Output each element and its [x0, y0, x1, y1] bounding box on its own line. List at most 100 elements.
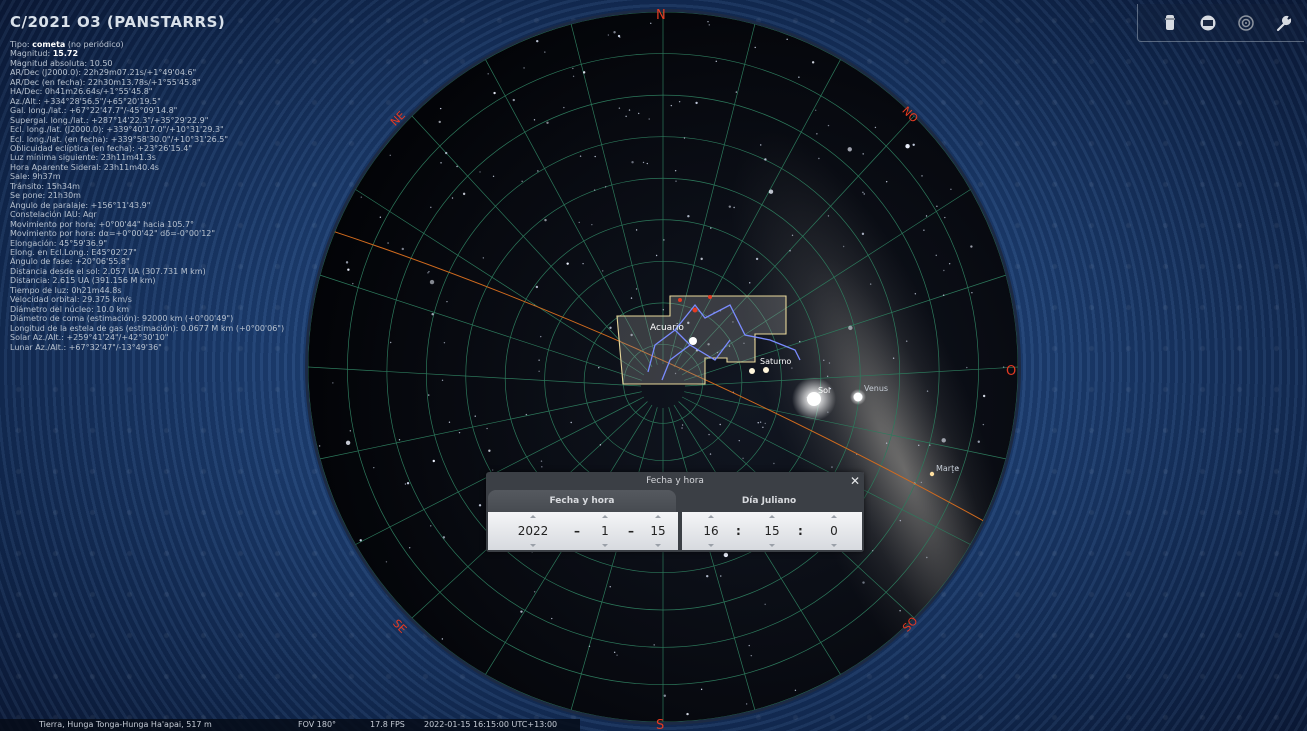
venus-marker[interactable]: [853, 392, 863, 402]
info-label: Elongación: 45°59'36.9": [10, 238, 108, 248]
info-label: Ecl. long./lat. (J2000.0): +339°40'17.0"…: [10, 125, 224, 135]
sun-label: Sol: [818, 386, 830, 395]
month-value: 1: [601, 524, 609, 538]
selected-object-marker: [678, 298, 682, 302]
wrench-icon[interactable]: [1273, 12, 1295, 34]
second-value: 0: [830, 524, 838, 538]
hour-up-icon[interactable]: [708, 515, 714, 518]
info-label: AR/Dec (en fecha): 22h30m13.78s/+1°55'45…: [10, 77, 201, 87]
date-panel: 2022 – 1 – 15: [488, 512, 678, 550]
info-line: HA/Dec: 0h41m26.64s/+1°55'45.8": [10, 87, 340, 96]
info-label: Tipo:: [10, 40, 33, 49]
time-separator-2: :: [798, 524, 803, 538]
info-label: Elong. en Ecl.Long.: E45°02'27": [10, 247, 137, 257]
info-line: Velocidad orbital: 29.375 km/s: [10, 295, 340, 304]
day-spinbox[interactable]: 15: [644, 512, 672, 550]
status-bar: Tierra, Hunga Tonga-Hunga Ha'apai, 517 m…: [0, 719, 580, 731]
year-spinbox[interactable]: 2022: [508, 512, 558, 550]
second-down-icon[interactable]: [831, 544, 837, 547]
info-line: Tránsito: 15h34m: [10, 182, 340, 191]
saturn-label: Saturno: [760, 357, 791, 366]
info-label: Distancia desde el sol: 2.057 UA (307.73…: [10, 266, 206, 276]
fov-readout: FOV 180°: [298, 720, 337, 729]
info-line: Se pone: 21h30m: [10, 191, 340, 200]
info-label: Luz mínima siguiente: 23h11m41.3s: [10, 153, 156, 163]
info-label: Velocidad orbital: 29.375 km/s: [10, 295, 132, 305]
close-icon[interactable]: ✕: [850, 473, 860, 489]
minute-down-icon[interactable]: [769, 544, 775, 547]
top-right-toolbar: [1137, 4, 1304, 42]
saturn-marker[interactable]: [749, 368, 755, 374]
mars-label: Marte: [936, 464, 959, 473]
info-line: Distancia: 2.615 UA (391.156 M km): [10, 276, 340, 285]
tab-julian-day[interactable]: Día Juliano: [676, 490, 862, 512]
info-label: Lunar Az./Alt.: +67°32'47"/-13°49'36": [10, 342, 162, 352]
minute-up-icon[interactable]: [769, 515, 775, 518]
dialog-title[interactable]: Fecha y hora: [486, 472, 864, 490]
info-line: AR/Dec (J2000.0): 22h29m07.21s/+1°49'04.…: [10, 68, 340, 77]
second-spinbox[interactable]: 0: [819, 512, 849, 550]
info-line: Az./Alt.: +334°28'56.5"/+65°20'19.5": [10, 97, 340, 106]
info-line: Movimiento por hora: dα=+0°00'42" dδ=-0°…: [10, 229, 340, 238]
hour-value: 16: [703, 524, 719, 538]
info-label: Tránsito: 15h34m: [10, 181, 80, 191]
day-down-icon[interactable]: [655, 544, 661, 547]
month-spinbox[interactable]: 1: [592, 512, 618, 550]
tab-date-time[interactable]: Fecha y hora: [488, 490, 676, 512]
date-time-dialog: Fecha y hora ✕ Fecha y hora Día Juliano …: [486, 472, 864, 552]
info-label: Tiempo de luz: 0h21m44.8s: [10, 285, 122, 295]
info-line: Ecl. long./lat. (J2000.0): +339°40'17.0"…: [10, 125, 340, 134]
info-line: AR/Dec (en fecha): 22h30m13.78s/+1°55'45…: [10, 78, 340, 87]
compass-north: N: [656, 8, 666, 23]
object-info-panel: Tipo: cometa (no periódico) Magnitud: 15.…: [10, 40, 340, 352]
info-value: 15.72: [52, 49, 79, 59]
info-line: Solar Az./Alt.: +259°41'24"/+42°30'10": [10, 333, 340, 342]
year-down-icon[interactable]: [530, 544, 536, 547]
month-up-icon[interactable]: [602, 515, 608, 518]
info-label: Diámetro de coma (estimación): 92000 km …: [10, 314, 234, 324]
info-line: Elong. en Ecl.Long.: E45°02'27": [10, 248, 340, 257]
target-icon[interactable]: [1235, 12, 1257, 34]
day-up-icon[interactable]: [655, 515, 661, 518]
info-label: Longitud de la estela de gas (estimación…: [10, 323, 285, 333]
info-value: cometa: [32, 40, 66, 49]
year-value: 2022: [517, 524, 549, 538]
info-line: Ángulo de paralaje: +156°11'43.9": [10, 201, 340, 210]
hour-spinbox[interactable]: 16: [696, 512, 726, 550]
comet-marker[interactable]: [689, 337, 697, 345]
year-up-icon[interactable]: [530, 515, 536, 518]
info-line: Elongación: 45°59'36.9": [10, 239, 340, 248]
info-label: Ecl. long./lat. (en fecha): +339°58'30.0…: [10, 134, 229, 144]
day-value: 15: [650, 524, 666, 538]
info-label: Diámetro del núcleo: 10.0 km: [10, 304, 130, 314]
time-separator: :: [736, 524, 741, 538]
datetime-readout[interactable]: 2022-01-15 16:15:00 UTC+13:00: [424, 719, 557, 731]
location-readout[interactable]: Tierra, Hunga Tonga-Hunga Ha'apai, 517 m: [39, 719, 212, 731]
mars-marker[interactable]: [929, 471, 935, 477]
info-suffix: (no periódico): [65, 40, 124, 49]
selected-object-marker-3: [708, 295, 712, 299]
info-line: Constelación IAU: Aqr: [10, 210, 340, 219]
compass-southeast: SE: [390, 617, 409, 636]
info-label: Movimiento por hora: dα=+0°00'42" dδ=-0°…: [10, 229, 216, 239]
info-line: Lunar Az./Alt.: +67°32'47"/-13°49'36": [10, 343, 340, 352]
date-separator: –: [574, 524, 580, 538]
info-label: Ángulo de paralaje: +156°11'43.9": [10, 200, 151, 210]
info-line: Magnitud: 15.72: [10, 49, 340, 58]
info-line: Distancia desde el sol: 2.057 UA (307.73…: [10, 267, 340, 276]
second-up-icon[interactable]: [831, 515, 837, 518]
info-label: Magnitud:: [10, 49, 53, 59]
info-label: Se pone: 21h30m: [10, 191, 81, 201]
info-line: Oblicuidad eclíptica (en fecha): +23°26'…: [10, 144, 340, 153]
info-line: Ángulo de fase: +20°06'55.8": [10, 257, 340, 266]
minute-spinbox[interactable]: 15: [757, 512, 787, 550]
screen-icon[interactable]: [1197, 12, 1219, 34]
hour-down-icon[interactable]: [708, 544, 714, 547]
month-down-icon[interactable]: [602, 544, 608, 547]
lamp-icon[interactable]: [1159, 12, 1181, 34]
info-line: Gal. long./lat.: +67°22'47.7"/-45°09'14.…: [10, 106, 340, 115]
compass-south: S: [656, 718, 664, 731]
jupiter-marker[interactable]: [763, 367, 769, 373]
date-separator-2: –: [628, 524, 634, 538]
compass-west: O: [1006, 364, 1016, 379]
